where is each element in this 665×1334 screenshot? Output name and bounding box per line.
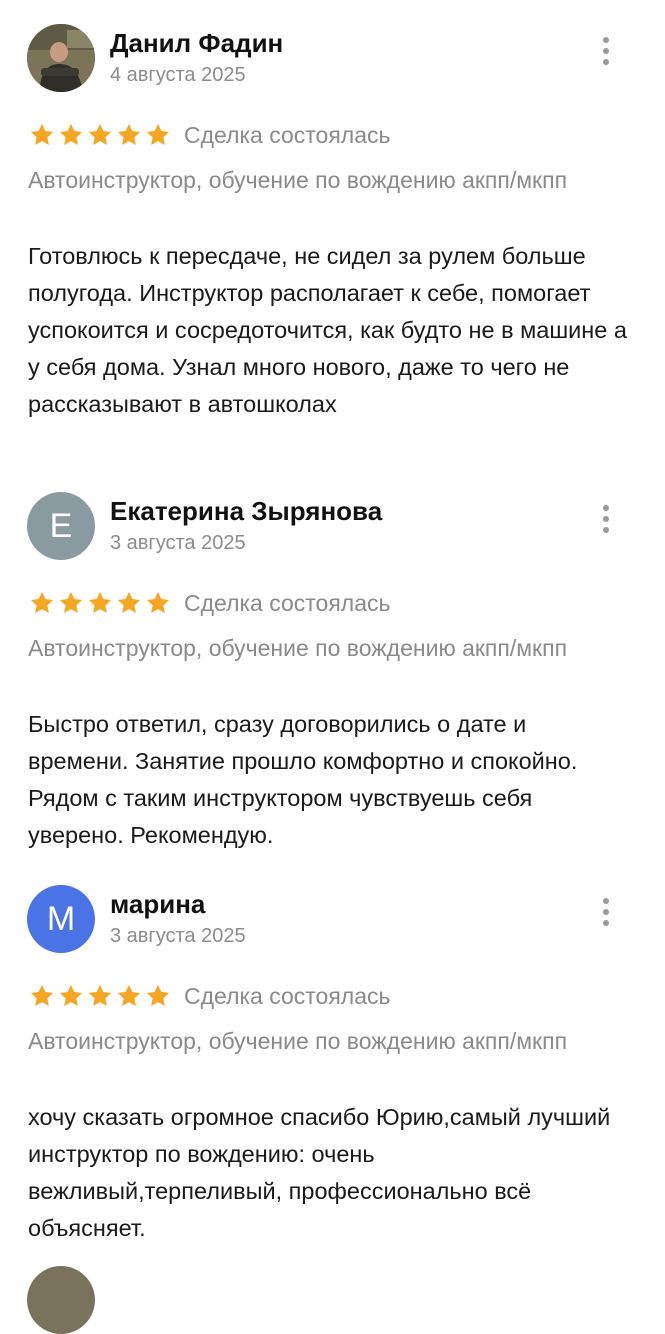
avatar[interactable] — [27, 24, 95, 92]
review-text: хочу сказать огромное спасибо Юрию,самый… — [28, 1104, 611, 1241]
star-icon — [146, 591, 170, 614]
deal-status: Сделка состоялась — [184, 982, 391, 1009]
star-icon — [117, 984, 141, 1007]
star-icon — [30, 123, 54, 146]
star-icon — [117, 123, 141, 146]
reviewer-name[interactable]: Данил Фадин — [110, 28, 283, 59]
service-category: Автоинструктор, обучение по вождению акп… — [28, 1028, 568, 1054]
rating-stars — [28, 589, 172, 617]
rating-row: Сделка состоялась — [28, 981, 391, 1011]
star-icon — [30, 984, 54, 1007]
service-category: Автоинструктор, обучение по вождению акп… — [28, 167, 568, 193]
service-category: Автоинструктор, обучение по вождению акп… — [28, 635, 568, 661]
rating-stars — [28, 982, 172, 1010]
avatar[interactable]: Е — [27, 492, 95, 560]
star-icon — [59, 591, 83, 614]
deal-status: Сделка состоялась — [184, 121, 391, 148]
more-vertical-icon[interactable] — [592, 895, 620, 929]
review-text: Готовлюсь к пересдаче, не сидел за рулем… — [28, 243, 627, 417]
star-icon — [88, 984, 112, 1007]
more-vertical-icon[interactable] — [592, 34, 620, 68]
star-icon — [59, 984, 83, 1007]
deal-status: Сделка состоялась — [184, 589, 391, 616]
review-date: 3 августа 2025 — [110, 532, 246, 554]
review-date: 4 августа 2025 — [110, 64, 246, 86]
star-icon — [117, 591, 141, 614]
user-photo-icon — [27, 24, 95, 92]
star-icon — [59, 123, 83, 146]
star-icon — [146, 123, 170, 146]
rating-stars — [28, 121, 172, 149]
more-vertical-icon[interactable] — [592, 502, 620, 536]
review-date: 3 августа 2025 — [110, 925, 246, 947]
rating-row: Сделка состоялась — [28, 588, 391, 618]
reviewer-name[interactable]: Екатерина Зырянова — [110, 496, 382, 527]
review-text: Быстро ответил, сразу договорились о дат… — [28, 711, 578, 848]
avatar[interactable] — [27, 1266, 95, 1334]
star-icon — [88, 591, 112, 614]
star-icon — [88, 123, 112, 146]
star-icon — [30, 591, 54, 614]
avatar[interactable]: М — [27, 885, 95, 953]
star-icon — [146, 984, 170, 1007]
rating-row: Сделка состоялась — [28, 120, 391, 150]
reviewer-name[interactable]: марина — [110, 889, 205, 920]
